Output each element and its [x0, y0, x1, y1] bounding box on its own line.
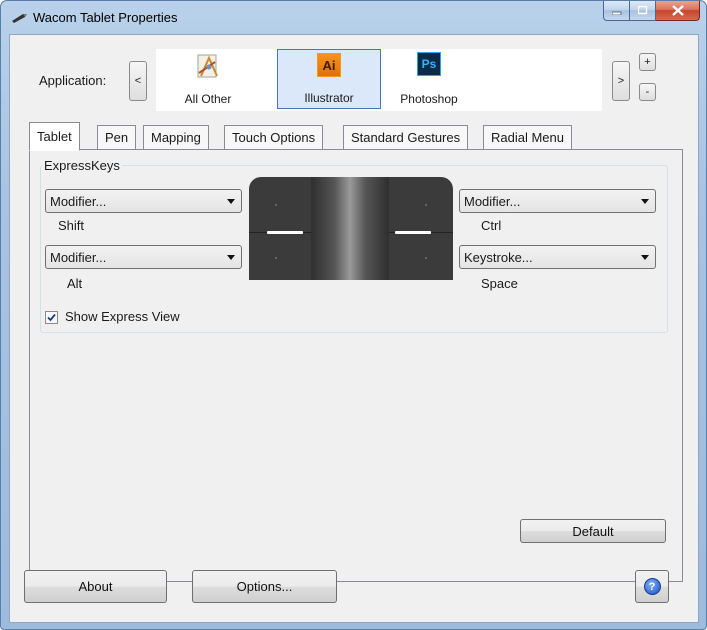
- tab-mapping[interactable]: Mapping: [143, 125, 209, 149]
- close-icon: [671, 5, 684, 16]
- window-title: Wacom Tablet Properties: [33, 10, 178, 25]
- caption-buttons: [603, 1, 700, 22]
- expresskey-1-value: Shift: [58, 218, 85, 233]
- all-other-icon: [197, 54, 218, 78]
- app-label: Photoshop: [400, 92, 458, 106]
- expresskey-1-dropdown[interactable]: Modifier...: [45, 189, 242, 213]
- dropdown-value: Keystroke...: [464, 249, 533, 265]
- options-button[interactable]: Options...: [192, 570, 337, 603]
- default-button[interactable]: Default: [520, 519, 666, 543]
- chevron-down-icon: [641, 255, 649, 260]
- tablet-diagram: [249, 177, 453, 280]
- window: Wacom Tablet Properties Application: < A…: [0, 0, 707, 630]
- chevron-down-icon: [227, 255, 235, 260]
- close-button[interactable]: [656, 1, 700, 21]
- application-list: All Other Ai Illustrator Ps Photoshop: [156, 49, 602, 111]
- app-item-photoshop[interactable]: Ps Photoshop: [377, 49, 481, 109]
- chevron-down-icon: [641, 199, 649, 204]
- dropdown-value: Modifier...: [464, 193, 521, 209]
- show-express-view-checkbox[interactable]: [45, 311, 58, 324]
- dropdown-value: Modifier...: [50, 249, 107, 265]
- app-label: All Other: [184, 92, 232, 106]
- photoshop-icon: Ps: [417, 52, 441, 76]
- minimize-icon: [611, 11, 621, 15]
- expresskey-3-value: Ctrl: [481, 218, 502, 233]
- app-prev-button[interactable]: <: [129, 61, 147, 101]
- chevron-down-icon: [227, 199, 235, 204]
- app-item-illustrator[interactable]: Ai Illustrator: [277, 49, 381, 109]
- minimize-button[interactable]: [603, 1, 630, 21]
- maximize-icon: [637, 6, 647, 15]
- title-bar[interactable]: Wacom Tablet Properties: [1, 1, 706, 35]
- maximize-button[interactable]: [630, 1, 656, 21]
- tab-tablet[interactable]: Tablet: [29, 122, 80, 151]
- expresskeys-label: ExpressKeys: [42, 158, 122, 173]
- expresskey-left-indicator: [267, 231, 303, 234]
- pen-icon: [12, 14, 27, 23]
- help-button[interactable]: ?: [635, 570, 669, 603]
- help-icon: ?: [643, 578, 661, 595]
- tab-touch-options[interactable]: Touch Options: [224, 125, 324, 149]
- show-express-view-label[interactable]: Show Express View: [65, 309, 180, 324]
- dialog-body: Application: < All Other Ai Illustrator …: [9, 34, 699, 623]
- tab-pen[interactable]: Pen: [97, 125, 137, 149]
- checkmark-icon: [47, 313, 56, 322]
- expresskey-right-indicator: [395, 231, 431, 234]
- app-label: Illustrator: [304, 91, 354, 105]
- expresskey-4-dropdown[interactable]: Keystroke...: [459, 245, 656, 269]
- expresskey-3-dropdown[interactable]: Modifier...: [459, 189, 656, 213]
- tab-standard-gestures[interactable]: Standard Gestures: [343, 125, 469, 149]
- add-application-button[interactable]: +: [639, 53, 656, 71]
- remove-application-button[interactable]: -: [639, 83, 656, 101]
- tab-radial-menu[interactable]: Radial Menu: [483, 125, 572, 149]
- dropdown-value: Modifier...: [50, 193, 107, 209]
- illustrator-icon: Ai: [317, 53, 341, 77]
- about-button[interactable]: About: [24, 570, 167, 603]
- expresskey-4-value: Space: [481, 276, 518, 291]
- application-label: Application:: [39, 73, 107, 88]
- app-next-button[interactable]: >: [612, 61, 630, 101]
- expresskey-2-dropdown[interactable]: Modifier...: [45, 245, 242, 269]
- app-item-all-other[interactable]: All Other: [156, 49, 260, 109]
- expresskey-2-value: Alt: [67, 276, 83, 291]
